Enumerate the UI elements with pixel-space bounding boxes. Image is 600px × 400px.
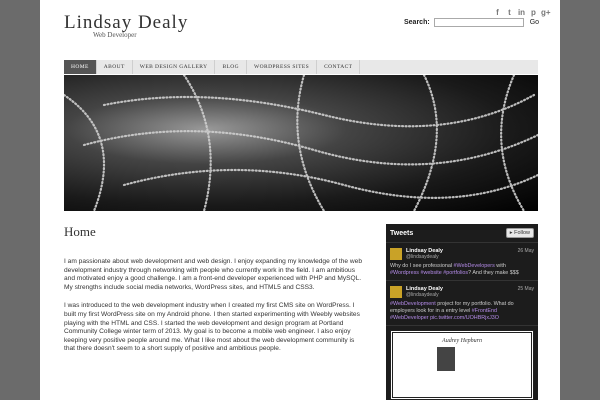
linkedin-icon[interactable]: in — [517, 8, 526, 17]
search-go-button[interactable]: Go — [530, 19, 539, 26]
tweet-date[interactable]: 26 May — [518, 248, 534, 254]
search-form: Search: Go — [404, 18, 539, 27]
tweet-text-segment: with — [494, 263, 506, 269]
intro-paragraph: I am passionate about web development an… — [64, 258, 363, 291]
search-label: Search: — [404, 19, 430, 26]
google-plus-icon[interactable]: g+ — [541, 8, 551, 17]
tweet-author-handle[interactable]: @lindsaydealy — [406, 292, 518, 298]
tweet-text-segment: Why do I see professional — [390, 263, 454, 269]
hashtag-link[interactable]: #portfolios — [443, 270, 468, 276]
pinterest-icon[interactable]: p — [529, 8, 538, 17]
page-title: Home — [64, 224, 96, 239]
nav-item-web-design-gallery[interactable]: WEB DESIGN GALLERY — [133, 60, 216, 74]
nav-item-about[interactable]: ABOUT — [97, 60, 133, 74]
follow-button[interactable]: ▸ Follow — [505, 228, 534, 238]
tweet-image-title: Audrey Hepburn — [442, 338, 482, 344]
tweet-image-photo — [437, 347, 455, 371]
hashtag-link[interactable]: #Wordpress — [390, 270, 419, 276]
nav-item-wordpress-sites[interactable]: WORDPRESS SITES — [247, 60, 318, 74]
tweet-text: Why do I see professional #WebDevelopers… — [390, 263, 534, 277]
tweet[interactable]: Lindsay Dealy @lindsaydealy 25 May #WebD… — [386, 281, 538, 326]
site-tagline: Web Developer — [93, 31, 137, 39]
nav-item-home[interactable]: HOME — [64, 60, 97, 74]
facebook-icon[interactable]: f — [493, 8, 502, 17]
intro-paragraph: I was introduced to the web development … — [64, 302, 360, 353]
dewdrop-web-graphic — [64, 75, 538, 211]
main-content: I am passionate about web development an… — [64, 258, 364, 364]
twitter-bird-icon: ▸ — [509, 230, 513, 236]
header-banner-image — [64, 75, 538, 211]
main-nav: HOME ABOUT WEB DESIGN GALLERY BLOG WORDP… — [64, 60, 538, 74]
follow-label: Follow — [514, 230, 530, 236]
avatar[interactable] — [390, 248, 402, 260]
tweet[interactable]: Lindsay Dealy @lindsaydealy 26 May Why d… — [386, 243, 538, 281]
nav-item-contact[interactable]: CONTACT — [317, 60, 361, 74]
social-icons: f t in p g+ — [493, 8, 550, 17]
hashtag-link[interactable]: #WebDevelopers — [454, 263, 495, 269]
twitter-widget: Tweets ▸ Follow Lindsay Dealy @lindsayde… — [386, 224, 538, 400]
avatar[interactable] — [390, 286, 402, 298]
tweet-text-segment: ? And they make $$$ — [468, 270, 519, 276]
nav-item-blog[interactable]: BLOG — [215, 60, 248, 74]
tweet-author-handle[interactable]: @lindsaydealy — [406, 254, 518, 260]
page-container: Lindsay Dealy Web Developer f t in p g+ … — [40, 0, 560, 400]
search-input[interactable] — [433, 18, 524, 27]
hashtag-link[interactable]: #website — [420, 270, 441, 276]
hashtag-link[interactable]: #FrontEnd — [472, 308, 497, 314]
tweet-image-card[interactable]: Audrey Hepburn — [390, 330, 534, 400]
twitter-widget-header: Tweets ▸ Follow — [386, 224, 538, 243]
widget-title: Tweets — [390, 229, 414, 237]
tweet-image-link[interactable]: pic.twitter.com/UOHBRjxJ3O — [430, 315, 499, 321]
hashtag-link[interactable]: #WebDevelopment — [390, 301, 436, 307]
tweet-text: #WebDevelopment project for my portfolio… — [390, 301, 534, 322]
tweet-date[interactable]: 25 May — [518, 286, 534, 292]
hashtag-link[interactable]: #WebDeveloper — [390, 315, 429, 321]
twitter-icon[interactable]: t — [505, 8, 514, 17]
